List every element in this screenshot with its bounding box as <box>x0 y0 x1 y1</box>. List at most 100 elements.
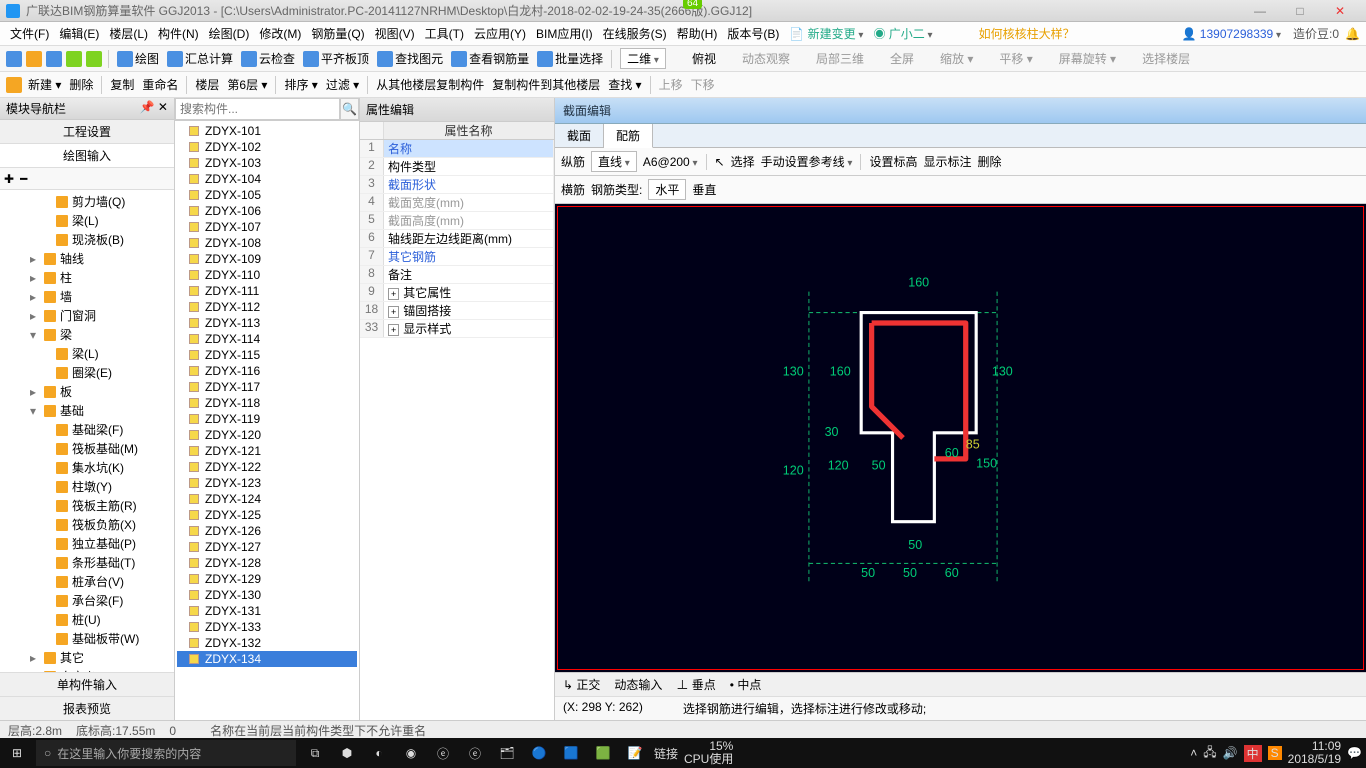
edge-icon[interactable]: ⓔ <box>430 740 456 766</box>
ortho-toggle[interactable]: ↳ 正交 <box>563 676 600 693</box>
property-row[interactable]: 4截面宽度(mm) <box>360 194 554 212</box>
tray-up-icon[interactable]: ˄ <box>1190 746 1197 760</box>
component-list[interactable]: ZDYX-101ZDYX-102ZDYX-103ZDYX-104ZDYX-105… <box>175 121 359 720</box>
component-item[interactable]: ZDYX-119 <box>177 411 357 427</box>
search-input[interactable] <box>175 98 340 120</box>
toolbar-button[interactable]: 批量选择 <box>535 50 605 67</box>
promo-link[interactable]: 如何核核柱大样？ <box>979 25 1075 42</box>
system-tray[interactable]: ˄ 🖧 🔊 中 S 11:092018/5/19 💬 <box>1190 740 1362 766</box>
user-phone[interactable]: 👤 13907298339 <box>1182 27 1282 41</box>
component-item[interactable]: ZDYX-134 <box>177 651 357 667</box>
component-item[interactable]: ZDYX-105 <box>177 187 357 203</box>
toolbar-button[interactable]: 从其他楼层复制构件 <box>374 76 486 93</box>
component-item[interactable]: ZDYX-114 <box>177 331 357 347</box>
component-item[interactable]: ZDYX-111 <box>177 283 357 299</box>
tray-net-icon[interactable]: 🖧 <box>1203 743 1216 764</box>
explorer-icon[interactable]: 🗂 <box>494 740 520 766</box>
menu-item[interactable]: BIM应用(I) <box>532 23 597 44</box>
component-item[interactable]: ZDYX-106 <box>177 203 357 219</box>
component-item[interactable]: ZDYX-103 <box>177 155 357 171</box>
toolbar-button[interactable]: 俯视 <box>672 50 718 67</box>
component-item[interactable]: ZDYX-108 <box>177 235 357 251</box>
menu-extra[interactable]: ◉ 广小二 <box>869 23 936 44</box>
tray-vol-icon[interactable]: 🔊 <box>1223 746 1238 760</box>
show-annotation-btn[interactable]: 显示标注 <box>923 153 971 170</box>
tree-item[interactable]: ▸轴线 <box>2 249 172 268</box>
tree-item[interactable]: 基础板带(W) <box>2 629 172 648</box>
nav-bottom-input[interactable]: 单构件输入 <box>0 672 174 696</box>
component-item[interactable]: ZDYX-101 <box>177 123 357 139</box>
property-row[interactable]: 6轴线距左边线距离(mm) <box>360 230 554 248</box>
ie-icon[interactable]: ⓔ <box>462 740 488 766</box>
app-icon-2[interactable]: ◐ <box>366 740 392 766</box>
new-file-icon[interactable] <box>6 51 22 67</box>
taskbar-search[interactable]: ○ 在这里输入你要搜索的内容 <box>36 740 296 766</box>
menu-extra[interactable]: 📄 新建变更 <box>785 23 867 44</box>
component-item[interactable]: ZDYX-131 <box>177 603 357 619</box>
tree-item[interactable]: 筏板负筋(X) <box>2 515 172 534</box>
tree-item[interactable]: 剪力墙(Q) <box>2 192 172 211</box>
toolbar-button[interactable]: 排序 ▾ <box>282 76 319 93</box>
tree-item[interactable]: 筏板基础(M) <box>2 439 172 458</box>
tree-item[interactable]: ▸柱 <box>2 268 172 287</box>
bell-icon[interactable]: 🔔 <box>1345 27 1360 41</box>
redo-icon[interactable] <box>86 51 102 67</box>
tree-item[interactable]: 条形基础(T) <box>2 553 172 572</box>
toolbar-button[interactable]: 下移 <box>689 76 717 93</box>
tree-item[interactable]: 梁(L) <box>2 344 172 363</box>
toolbar-button[interactable]: 缩放 ▾ <box>920 50 975 67</box>
maximize-button[interactable]: □ <box>1280 4 1320 18</box>
menu-item[interactable]: 楼层(L) <box>105 23 152 44</box>
toolbar-button[interactable]: 局部三维 <box>796 50 866 67</box>
toolbar-button[interactable]: 第6层 ▾ <box>225 76 269 93</box>
toolbar-button[interactable]: 云检查 <box>239 50 297 67</box>
rebar-spec-dropdown[interactable]: A6@200 <box>643 155 698 169</box>
tree-item[interactable]: 圈梁(E) <box>2 363 172 382</box>
tree-item[interactable]: ▾梁 <box>2 325 172 344</box>
tree-item[interactable]: 基础梁(F) <box>2 420 172 439</box>
menu-item[interactable]: 在线服务(S) <box>599 23 671 44</box>
component-item[interactable]: ZDYX-130 <box>177 587 357 603</box>
tree-item[interactable]: 桩承台(V) <box>2 572 172 591</box>
save-icon[interactable] <box>46 51 62 67</box>
midpoint-snap-toggle[interactable]: • 中点 <box>730 676 762 693</box>
property-row[interactable]: 9+其它属性 <box>360 284 554 302</box>
section-canvas[interactable]: 160 160 130 130 120 50 50 50 50 60 30 60… <box>557 206 1364 670</box>
app-icon-1[interactable]: ⬢ <box>334 740 360 766</box>
tree-item[interactable]: ▸门窗洞 <box>2 306 172 325</box>
tree-item[interactable]: 梁(L) <box>2 211 172 230</box>
close-button[interactable]: ✕ <box>1320 4 1360 18</box>
tree-item[interactable]: 柱墩(Y) <box>2 477 172 496</box>
component-item[interactable]: ZDYX-133 <box>177 619 357 635</box>
component-item[interactable]: ZDYX-120 <box>177 427 357 443</box>
open-file-icon[interactable] <box>26 51 42 67</box>
component-item[interactable]: ZDYX-127 <box>177 539 357 555</box>
toolbar-button[interactable]: 查找图元 <box>375 50 445 67</box>
tree-item[interactable]: 独立基础(P) <box>2 534 172 553</box>
toolbar-button[interactable]: 重命名 <box>140 76 180 93</box>
menu-item[interactable]: 文件(F) <box>6 23 53 44</box>
tray-ime-icon[interactable]: 中 <box>1244 745 1262 762</box>
horiz-btn[interactable]: 水平 <box>648 179 686 200</box>
toolbar-button[interactable]: 汇总计算 <box>165 50 235 67</box>
component-item[interactable]: ZDYX-110 <box>177 267 357 283</box>
component-item[interactable]: ZDYX-107 <box>177 219 357 235</box>
menu-item[interactable]: 构件(N) <box>154 23 203 44</box>
vert-btn[interactable]: 垂直 <box>692 181 716 198</box>
component-item[interactable]: ZDYX-128 <box>177 555 357 571</box>
menu-item[interactable]: 视图(V) <box>371 23 419 44</box>
undo-icon[interactable] <box>66 51 82 67</box>
menu-item[interactable]: 绘图(D) <box>205 23 254 44</box>
component-item[interactable]: ZDYX-115 <box>177 347 357 363</box>
component-item[interactable]: ZDYX-117 <box>177 379 357 395</box>
component-item[interactable]: ZDYX-113 <box>177 315 357 331</box>
tree-item[interactable]: ▸其它 <box>2 648 172 667</box>
taskview-icon[interactable]: ⧉ <box>302 740 328 766</box>
nav-section-draw[interactable]: 绘图输入 <box>0 144 174 168</box>
toolbar-button[interactable]: 查看钢筋量 <box>449 50 531 67</box>
component-item[interactable]: ZDYX-123 <box>177 475 357 491</box>
tree-item[interactable]: 桩(U) <box>2 610 172 629</box>
toolbar-button[interactable]: 新建 ▾ <box>26 76 63 93</box>
tab-rebar[interactable]: 配筋 <box>604 124 653 148</box>
taskbar-link[interactable]: 链接 <box>654 745 678 762</box>
